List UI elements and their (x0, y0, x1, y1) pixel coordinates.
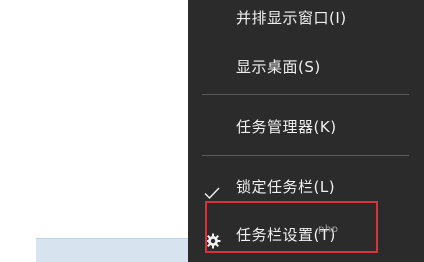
menu-separator (202, 155, 409, 156)
watermark-text: php (318, 224, 339, 235)
menu-item-label: 任务管理器(K) (236, 118, 337, 136)
check-icon (204, 179, 220, 200)
menu-item-show-windows-side-by-side[interactable]: 并排显示窗口(I) (188, 1, 424, 35)
menu-separator (202, 94, 409, 95)
menu-item-label: 锁定任务栏(L) (236, 178, 336, 196)
menu-item-taskbar-settings[interactable]: 任务栏设置(T) (188, 218, 424, 252)
menu-item-label: 并排显示窗口(I) (236, 9, 347, 27)
taskbar-edge (36, 238, 188, 262)
taskbar-context-menu: 并排显示窗口(I) 显示桌面(S) 任务管理器(K) 锁定任务栏(L) 任务栏设… (188, 0, 424, 262)
menu-item-label: 显示桌面(S) (236, 58, 321, 76)
menu-item-show-desktop[interactable]: 显示桌面(S) (188, 50, 424, 84)
menu-item-task-manager[interactable]: 任务管理器(K) (188, 110, 424, 144)
desktop-background (0, 0, 188, 262)
menu-item-lock-taskbar[interactable]: 锁定任务栏(L) (188, 170, 424, 204)
gear-icon (205, 227, 221, 249)
